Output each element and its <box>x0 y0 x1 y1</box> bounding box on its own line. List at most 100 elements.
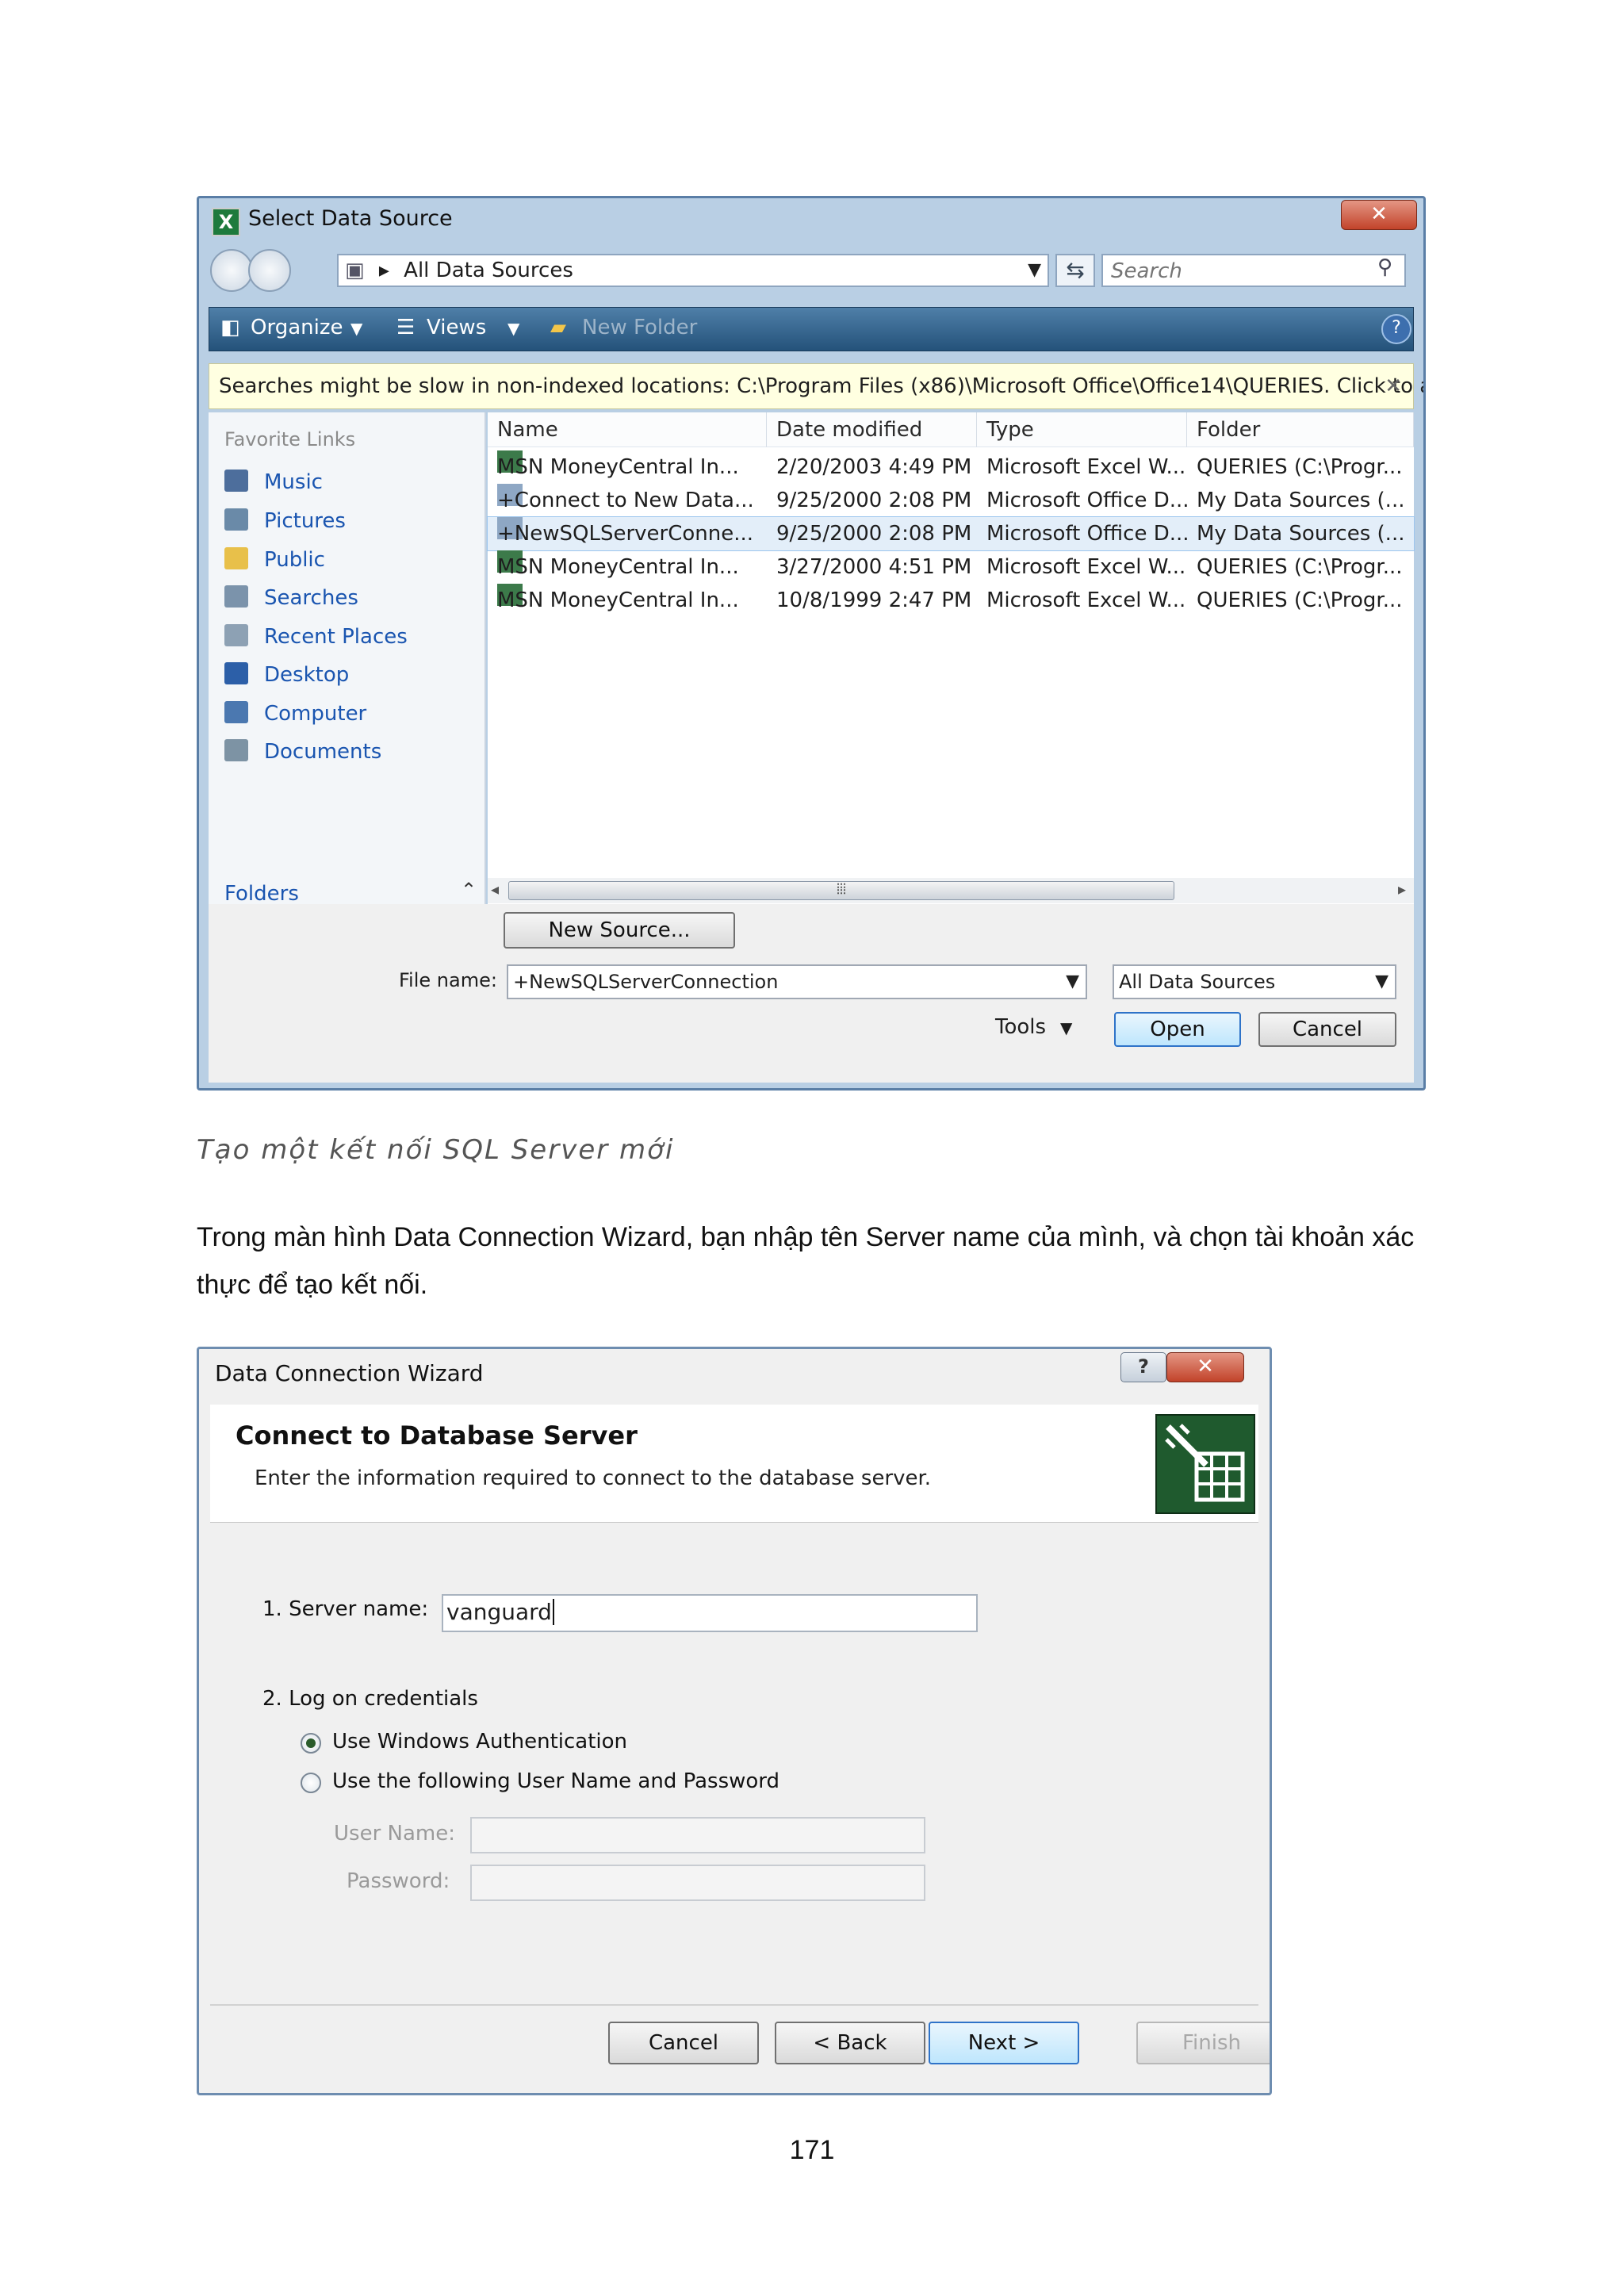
chevron-right-icon: ▸ <box>378 259 389 282</box>
open-button[interactable]: Open <box>1114 1012 1241 1047</box>
file-type-select[interactable]: All Data Sources ▼ <box>1113 964 1396 999</box>
data-connection-wizard-dialog: Data Connection Wizard ? ✕ Connect to Da… <box>197 1347 1272 2095</box>
cancel-button[interactable]: Cancel <box>1258 1012 1396 1047</box>
windows-auth-radio[interactable] <box>301 1733 321 1754</box>
windows-auth-label[interactable]: Use Windows Authentication <box>332 1730 627 1754</box>
favorite-links-header: Favorite Links <box>224 428 356 450</box>
searches-icon <box>224 585 248 608</box>
password-label: Password: <box>347 1869 450 1893</box>
next-button[interactable]: Next > <box>929 2022 1079 2064</box>
wizard-heading: Connect to Database Server <box>236 1420 638 1451</box>
favorite-link-public[interactable]: Public <box>224 547 325 572</box>
excel-icon: X <box>212 208 240 236</box>
file-row[interactable]: +Connect to New Data... 9/25/2000 2:08 P… <box>488 484 1414 517</box>
chevron-down-icon[interactable]: ▼ <box>1028 255 1041 286</box>
file-name-label: File name: <box>399 969 497 991</box>
user-password-label[interactable]: Use the following User Name and Password <box>332 1769 779 1793</box>
documents-icon <box>224 739 248 761</box>
cancel-button[interactable]: Cancel <box>608 2022 759 2064</box>
favorite-link-computer[interactable]: Computer <box>224 701 366 726</box>
favorite-link-searches[interactable]: Searches <box>224 585 358 610</box>
dialog-title: Select Data Source <box>248 206 453 231</box>
back-button[interactable]: < Back <box>775 2022 925 2064</box>
info-bar[interactable]: Searches might be slow in non-indexed lo… <box>209 363 1423 409</box>
figure-caption: Tạo một kết nối SQL Server mới <box>197 1134 675 1166</box>
column-header-name[interactable]: Name <box>488 412 767 447</box>
server-name-value: vanguard <box>446 1599 552 1625</box>
file-type-value: All Data Sources <box>1119 971 1276 993</box>
text-cursor <box>552 1599 554 1625</box>
computer-icon <box>224 701 248 723</box>
search-icon: ⚲ <box>1377 255 1393 279</box>
search-box[interactable]: ⚲ <box>1060 254 1406 287</box>
favorite-link-pictures[interactable]: Pictures <box>224 508 346 533</box>
new-folder-button[interactable]: New Folder <box>582 316 697 339</box>
server-name-input[interactable]: vanguard <box>442 1594 978 1632</box>
scroll-right-icon[interactable]: ▸ <box>1398 880 1406 899</box>
column-header-date[interactable]: Date modified <box>767 412 977 447</box>
new-folder-icon: ▰ <box>550 316 566 339</box>
file-row[interactable]: MSN MoneyCentral In... 2/20/2003 4:49 PM… <box>488 450 1414 484</box>
organize-button[interactable]: Organize <box>251 316 343 339</box>
views-dropdown-icon[interactable]: ▼ <box>508 319 519 338</box>
close-button[interactable]: ✕ <box>1341 200 1417 230</box>
new-source-button[interactable]: New Source... <box>504 912 735 949</box>
scroll-left-icon[interactable]: ◂ <box>491 880 499 899</box>
wizard-header: Connect to Database Server Enter the inf… <box>210 1405 1258 1523</box>
server-name-label: 1. Server name: <box>262 1597 429 1621</box>
close-button[interactable]: ✕ <box>1166 1352 1244 1382</box>
favorite-link-documents[interactable]: Documents <box>224 739 381 764</box>
user-name-input[interactable] <box>470 1817 925 1853</box>
command-toolbar: ◧ Organize ▼ ☰ Views ▼ ▰ New Folder ? <box>209 307 1414 351</box>
wizard-subheading: Enter the information required to connec… <box>255 1466 932 1490</box>
tools-dropdown-icon[interactable]: ▼ <box>1060 1018 1072 1037</box>
column-header-folder[interactable]: Folder <box>1187 412 1414 447</box>
database-connection-icon <box>1155 1414 1255 1514</box>
music-icon <box>224 470 248 492</box>
scrollbar-thumb[interactable]: ⦙⦙⦙ <box>508 881 1174 900</box>
file-name-value: +NewSQLServerConnection <box>513 971 779 993</box>
help-button[interactable]: ? <box>1120 1352 1166 1382</box>
favorite-link-music[interactable]: Music <box>224 470 323 494</box>
file-list: Name Date modified Type Folder MSN Money… <box>487 412 1415 920</box>
password-input[interactable] <box>470 1865 925 1901</box>
horizontal-scrollbar[interactable]: ◂ ⦙⦙⦙ ▸ <box>488 878 1414 903</box>
views-icon: ☰ <box>396 316 416 339</box>
divider <box>210 2004 1258 2006</box>
address-bar[interactable]: ▣ ▸ All Data Sources ▼ <box>337 254 1049 287</box>
finish-button[interactable]: Finish <box>1136 2022 1270 2064</box>
page-number: 171 <box>789 2135 835 2165</box>
favorite-link-recent-places[interactable]: Recent Places <box>224 624 408 649</box>
chevron-down-icon[interactable]: ▼ <box>1375 966 1388 998</box>
dialog-bottom-panel: New Source... File name: +NewSQLServerCo… <box>209 904 1414 1083</box>
forward-arrow-icon[interactable] <box>248 249 291 292</box>
file-row-selected[interactable]: +NewSQLServerConne... 9/25/2000 2:08 PM … <box>487 516 1415 551</box>
address-text: All Data Sources <box>404 259 573 282</box>
search-input[interactable] <box>1109 257 1350 286</box>
info-bar-text: Searches might be slow in non-indexed lo… <box>219 374 1426 398</box>
user-password-radio[interactable] <box>301 1773 321 1793</box>
back-arrow-icon[interactable] <box>210 249 253 292</box>
chevron-up-icon[interactable]: ⌃ <box>461 879 477 901</box>
file-name-combobox[interactable]: +NewSQLServerConnection ▼ <box>507 964 1087 999</box>
chevron-down-icon[interactable]: ▼ <box>1066 966 1079 998</box>
file-row[interactable]: MSN MoneyCentral In... 3/27/2000 4:51 PM… <box>488 550 1414 584</box>
organize-dropdown-icon[interactable]: ▼ <box>350 319 362 338</box>
favorite-link-desktop[interactable]: Desktop <box>224 662 349 687</box>
help-icon[interactable]: ? <box>1381 314 1411 344</box>
column-header-type[interactable]: Type <box>977 412 1187 447</box>
tools-menu[interactable]: Tools <box>995 1015 1046 1039</box>
file-row[interactable]: MSN MoneyCentral In... 10/8/1999 2:47 PM… <box>488 584 1414 617</box>
organize-icon: ◧ <box>220 316 240 339</box>
folders-toggle[interactable]: Folders <box>224 882 299 906</box>
desktop-icon <box>224 662 248 684</box>
select-data-source-dialog: X Select Data Source ✕ ▣ ▸ All Data Sour… <box>197 196 1426 1091</box>
public-folder-icon <box>224 547 248 569</box>
user-name-label: User Name: <box>334 1822 455 1846</box>
folder-icon: ▣ <box>345 259 365 282</box>
navigation-pane: Favorite Links Music Pictures Public Sea… <box>209 412 486 920</box>
close-icon[interactable]: ✕ <box>1385 364 1402 408</box>
pictures-icon <box>224 508 248 531</box>
views-button[interactable]: Views <box>427 316 486 339</box>
recent-places-icon <box>224 624 248 646</box>
